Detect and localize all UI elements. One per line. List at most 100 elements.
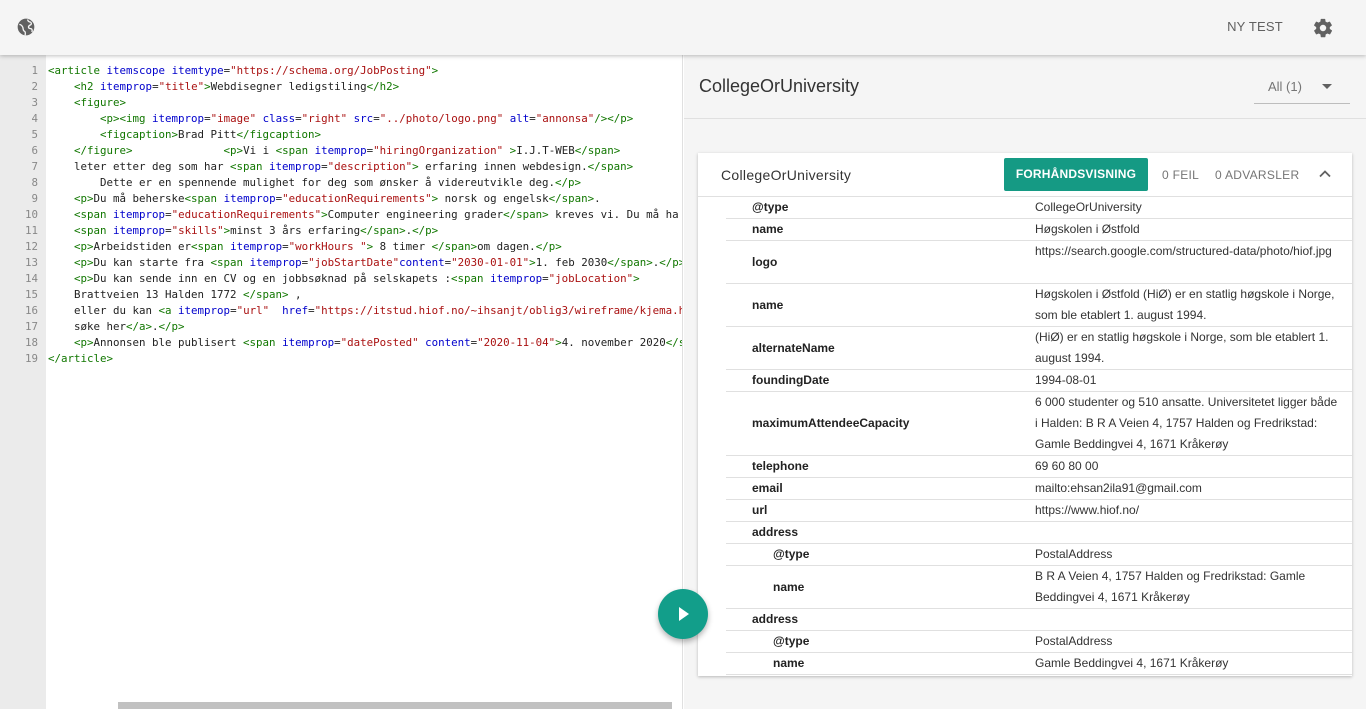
code-line[interactable]: 6 </figure> <p>Vi i <span itemprop="hiri…	[0, 143, 682, 159]
property-row: address	[726, 522, 1352, 544]
line-number: 19	[24, 352, 38, 365]
code-line[interactable]: 13 <p>Du kan starte fra <span itemprop="…	[0, 255, 682, 271]
card-title: CollegeOrUniversity	[721, 167, 852, 183]
code-text[interactable]: eller du kan <a itemprop="url" href="htt…	[48, 303, 682, 319]
code-lines[interactable]: 1 <article itemscope itemtype="https://sc…	[0, 63, 682, 367]
code-line[interactable]: 12 <p>Arbeidstiden er<span itemprop="wor…	[0, 239, 682, 255]
property-row: foundingDate 1994-08-01	[726, 370, 1352, 392]
code-line[interactable]: 17 søke her</a>.</p>	[0, 319, 682, 335]
code-line[interactable]: 2 <h2 itemprop="title">Webdisegner ledig…	[0, 79, 682, 95]
property-key: alternateName	[752, 340, 835, 355]
property-value: https://www.hiof.no/	[1035, 503, 1140, 517]
code-text[interactable]: </article>	[48, 351, 113, 367]
code-text[interactable]: <p>Annonsen ble publisert <span itemprop…	[48, 335, 682, 351]
property-key: name	[752, 222, 784, 236]
property-row: name B R A Veien 4, 1757 Halden og Fredri…	[726, 566, 1352, 609]
code-text[interactable]: <h2 itemprop="title">Webdisegner ledigst…	[48, 79, 399, 95]
code-text[interactable]: leter etter deg som har <span itemprop="…	[48, 159, 633, 175]
property-row: name Høgskolen i Østfold (HiØ) er en stat…	[726, 284, 1352, 327]
code-line[interactable]: 16 eller du kan <a itemprop="url" href="…	[0, 303, 682, 319]
code-text[interactable]: <span itemprop="educationRequirements">C…	[48, 207, 679, 223]
line-number: 4	[31, 112, 38, 125]
card-header[interactable]: CollegeOrUniversity FORHÅNDSVISNING 0 FE…	[698, 153, 1352, 197]
code-line[interactable]: 14 <p>Du kan sende inn en CV og en jobbs…	[0, 271, 682, 287]
property-key: logo	[752, 254, 778, 269]
results-title: CollegeOrUniversity	[699, 76, 860, 96]
property-key: @type	[773, 634, 810, 648]
line-number: 2	[31, 80, 38, 93]
filter-dropdown[interactable]: All (1)	[1254, 74, 1350, 104]
line-number: 11	[24, 224, 38, 237]
property-key: name	[773, 656, 805, 670]
line-number: 12	[24, 240, 38, 253]
property-key: @type	[752, 200, 789, 214]
property-key: @type	[773, 547, 810, 561]
property-key: foundingDate	[752, 373, 830, 387]
property-value: mailto:ehsan2ila91@gmail.com	[1035, 481, 1202, 495]
property-value: 6 000 studenter og 510 ansatte. Universi…	[1035, 395, 1338, 451]
line-number: 9	[31, 192, 38, 205]
code-line[interactable]: 9 <p>Du må beherske<span itemprop="educa…	[0, 191, 682, 207]
code-editor[interactable]: 1 <article itemscope itemtype="https://sc…	[0, 55, 683, 709]
code-line[interactable]: 3 <figure>	[0, 95, 682, 111]
filter-label: All (1)	[1268, 79, 1302, 94]
property-row: logo https://search.google.com/structured…	[726, 241, 1352, 284]
horizontal-scrollbar[interactable]	[118, 702, 672, 709]
property-row: maximumAttendeeCapacity 6 000 studenter o…	[726, 392, 1352, 456]
line-number: 10	[24, 208, 38, 221]
code-text[interactable]: <article itemscope itemtype="https://sch…	[48, 63, 438, 79]
code-line[interactable]: 1 <article itemscope itemtype="https://sc…	[0, 63, 682, 79]
property-row: @type CollegeOrUniversity	[726, 197, 1352, 219]
code-text[interactable]: søke her</a>.</p>	[48, 319, 185, 335]
warning-count: 0 ADVARSLER	[1215, 168, 1300, 182]
property-key: name	[752, 297, 784, 312]
code-line[interactable]: 4 <p><img itemprop="image" class="right"…	[0, 111, 682, 127]
line-number: 13	[24, 256, 38, 269]
code-line[interactable]: 10 <span itemprop="educationRequirements…	[0, 207, 682, 223]
code-text[interactable]: <p>Du må beherske<span itemprop="educati…	[48, 191, 601, 207]
line-number: 14	[24, 272, 38, 285]
code-line[interactable]: 7 leter etter deg som har <span itemprop…	[0, 159, 682, 175]
property-row: alternateName (HiØ) er en statlig høgskol…	[726, 327, 1352, 370]
property-value: PostalAddress	[1035, 634, 1113, 648]
code-text[interactable]: <p>Arbeidstiden er<span itemprop="workHo…	[48, 239, 562, 255]
run-test-button[interactable]	[658, 589, 708, 639]
line-number: 3	[31, 96, 38, 109]
results-panel: CollegeOrUniversity All (1) CollegeOrUni…	[684, 55, 1366, 709]
caret-down-icon	[1322, 84, 1332, 89]
property-key: telephone	[752, 459, 809, 473]
new-test-button[interactable]: NY TEST	[1216, 19, 1294, 34]
code-text[interactable]: <figure>	[48, 95, 126, 111]
property-row: @type PostalAddress	[726, 631, 1352, 653]
property-key: url	[752, 503, 768, 517]
code-text[interactable]: </figure> <p>Vi i <span itemprop="hiring…	[48, 143, 620, 159]
code-text[interactable]: Dette er en spennende mulighet for deg s…	[48, 175, 581, 191]
property-row: address	[726, 609, 1352, 631]
results-header: CollegeOrUniversity All (1)	[684, 55, 1366, 119]
line-number: 18	[24, 336, 38, 349]
line-number: 6	[31, 144, 38, 157]
line-number: 5	[31, 128, 38, 141]
code-text[interactable]: <p>Du kan sende inn en CV og en jobbsøkn…	[48, 271, 640, 287]
code-text[interactable]: Brattveien 13 Halden 1772 </span> ,	[48, 287, 302, 303]
code-line[interactable]: 11 <span itemprop="skills">minst 3 års e…	[0, 223, 682, 239]
property-key: address	[752, 525, 799, 539]
code-text[interactable]: <p>Du kan starte fra <span itemprop="job…	[48, 255, 682, 271]
code-text[interactable]: <figcaption>Brad Pitt</figcaption>	[48, 127, 321, 143]
code-text[interactable]: <span itemprop="skills">minst 3 års erfa…	[48, 223, 438, 239]
chevron-up-icon[interactable]	[1318, 167, 1332, 181]
code-line[interactable]: 19 </article>	[0, 351, 682, 367]
code-line[interactable]: 5 <figcaption>Brad Pitt</figcaption>	[0, 127, 682, 143]
property-row: email mailto:ehsan2ila91@gmail.com	[726, 478, 1352, 500]
globe-icon[interactable]	[16, 17, 36, 37]
property-value: PostalAddress	[1035, 547, 1113, 561]
code-text[interactable]: <p><img itemprop="image" class="right" s…	[48, 111, 633, 127]
preview-button[interactable]: FORHÅNDSVISNING	[1004, 158, 1148, 191]
property-row: telephone 69 60 80 00	[726, 456, 1352, 478]
code-line[interactable]: 15 Brattveien 13 Halden 1772 </span> ,	[0, 287, 682, 303]
gear-icon[interactable]	[1312, 17, 1334, 39]
code-line[interactable]: 18 <p>Annonsen ble publisert <span itemp…	[0, 335, 682, 351]
property-key: address	[752, 612, 799, 626]
code-line[interactable]: 8 Dette er en spennende mulighet for deg…	[0, 175, 682, 191]
property-value: Gamle Beddingvei 4, 1671 Kråkerøy	[1035, 656, 1229, 670]
